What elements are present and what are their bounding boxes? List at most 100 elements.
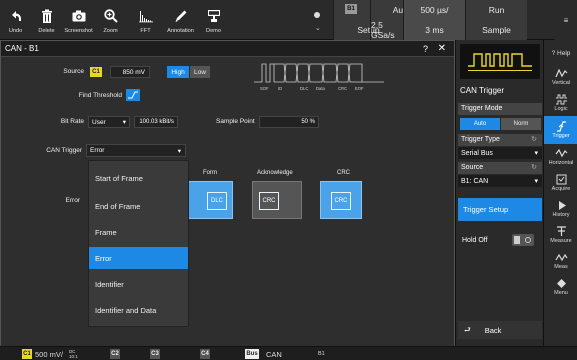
sample-point-label: Sample Point [216,118,255,125]
back-label: Back [484,325,502,335]
sidebar-logic-label: Logic [554,106,568,112]
error-crc-box[interactable]: CRC [320,181,362,219]
trigger-type-select[interactable]: Serial Bus ▾ [458,147,542,159]
sidebar-item-acquire[interactable]: Acquire [544,170,577,196]
c1-badge: C1 [22,349,32,359]
c1-scale: 500 mV/ [35,349,63,359]
high-button[interactable]: High [167,66,189,78]
find-threshold-button[interactable] [126,89,140,101]
acquire-icon [556,174,566,185]
bottom-bar: C1 500 mV/ DC 10:1 C2 C3 C4 Bus CAN B1 [0,346,577,360]
can-trigger-dropdown[interactable]: Start of Frame End of Frame Frame Error … [88,160,189,327]
trigger-setup-button[interactable]: Trigger Setup [458,198,542,221]
undo-label: Undo [8,28,23,34]
sidebar-meas-label: Meas [554,264,568,270]
screenshot-button[interactable]: Screenshot [63,0,94,40]
dropdown-item-error[interactable]: Error [89,247,188,269]
sidebar-measure-label: Measure [550,238,572,244]
channel-c2[interactable]: C2 [110,349,123,359]
dropdown-item-frame[interactable]: Frame [89,221,188,243]
trigger-auto-button[interactable]: Auto [460,118,500,130]
help-button[interactable]: ? [423,41,428,57]
zoom-button[interactable]: Zoom [95,0,126,40]
bus-type: CAN [266,349,282,359]
bitrate-value-input[interactable]: 100.03 kBit/s [134,116,178,128]
back-button[interactable]: ⮐ Back [458,321,542,339]
trigger-source-header: Source ↻ [458,162,542,174]
error-col-crc-header: CRC [337,170,350,176]
trigger-source-select[interactable]: B1: CAN ▾ [458,175,542,187]
timebase[interactable]: 500 µs/ [403,0,465,20]
run-state[interactable]: Run [465,0,527,20]
camera-icon [72,10,85,22]
trigger-type-label: Trigger Type [461,136,500,143]
frame-field-sof: SOF [260,86,269,91]
frame-field-crc: CRC [338,86,347,91]
menu-icon [556,279,566,288]
holdoff-toggle[interactable] [512,234,534,246]
error-label: Error [65,197,80,204]
back-icon: ⮐ [464,324,471,334]
channel-c4[interactable]: C4 [200,349,213,359]
menu-icon[interactable]: ≡ [555,0,577,40]
zoom-icon [103,9,118,23]
trigger-source-value: B1: CAN [461,177,489,185]
source-level-input[interactable]: 850 mV [110,66,150,78]
fft-button[interactable]: FFT [130,0,161,40]
trigger-icon [556,121,566,132]
chevron-down-icon: ▾ [534,178,538,185]
sidebar-item-meas[interactable]: Meas [544,248,577,274]
bitrate-label: Bit Rate [60,118,84,125]
refresh-icon: ↻ [531,164,537,171]
demo-label: Demo [206,28,221,34]
low-button[interactable]: Low [190,66,210,78]
can-trigger-select[interactable]: Error ▾ [86,144,186,157]
sidebar-item-measure[interactable]: Measure [544,222,577,248]
dropdown-item-end-of-frame[interactable]: End of Frame [89,195,188,217]
toggle-knob [514,236,520,244]
dropdown-item-start-of-frame[interactable]: Start of Frame [89,167,188,189]
bitrate-mode-value: User [92,118,106,126]
horizontal-icon [555,148,567,158]
acq-mode[interactable]: Sample [465,20,527,40]
dropdown-item-identifier-and-data[interactable]: Identifier and Data [89,299,188,321]
refresh-icon: ↻ [531,136,537,143]
bus-b1[interactable]: Bus CAN [245,349,282,359]
channel-c1[interactable]: C1 500 mV/ DC 10:1 [22,349,78,359]
annotation-button[interactable]: Annotation [165,0,196,40]
sidebar-item-vertical[interactable]: Vertical [544,64,577,90]
delete-button[interactable]: Delete [31,0,62,40]
trigger-type-value: Serial Bus [461,149,493,157]
error-ack-inner: CRC [259,192,279,210]
dropdown-item-identifier[interactable]: Identifier [89,273,188,295]
trigger-norm-button[interactable]: Norm [501,118,541,130]
can-frame-diagram: SOF ID DLC Data CRC EOF [254,63,384,91]
undo-button[interactable]: Undo [0,0,31,40]
demo-button[interactable]: Demo [198,0,229,40]
vertical-icon [554,68,567,78]
c2-badge: C2 [110,349,120,359]
sidebar-menu-label: Menu [554,290,568,296]
error-col-form-header: Form [203,170,217,176]
sidebar-item-logic[interactable]: Logic [544,90,577,116]
sidebar-item-trigger[interactable]: Trigger [544,116,577,144]
pen-icon [175,10,186,22]
channel-c3[interactable]: C3 [150,349,163,359]
frame-field-eof: EOF [355,86,364,91]
error-form-box[interactable]: DLC [188,181,233,219]
holdoff-label: Hold Off [462,237,488,244]
dot-indicator [314,12,320,18]
sample-point-input[interactable]: 50 % [259,116,319,128]
close-button[interactable]: ✕ [438,41,446,57]
acq-time[interactable]: 3 ms [403,20,465,40]
frame-field-id: ID [278,86,282,91]
sidebar-item-menu[interactable]: Menu [544,274,577,300]
sidebar-item-help[interactable]: ? Help [544,40,577,66]
bitrate-mode-select[interactable]: User ▾ [88,116,130,128]
source-channel-badge[interactable]: C1 [90,67,102,77]
chevron-down-icon: ▾ [122,119,126,126]
error-ack-box[interactable]: CRC [252,181,302,219]
sidebar-item-history[interactable]: History [544,196,577,222]
setup-dot[interactable]: ⌄ [312,8,322,32]
sidebar-item-horizontal[interactable]: Horizontal [544,144,577,170]
